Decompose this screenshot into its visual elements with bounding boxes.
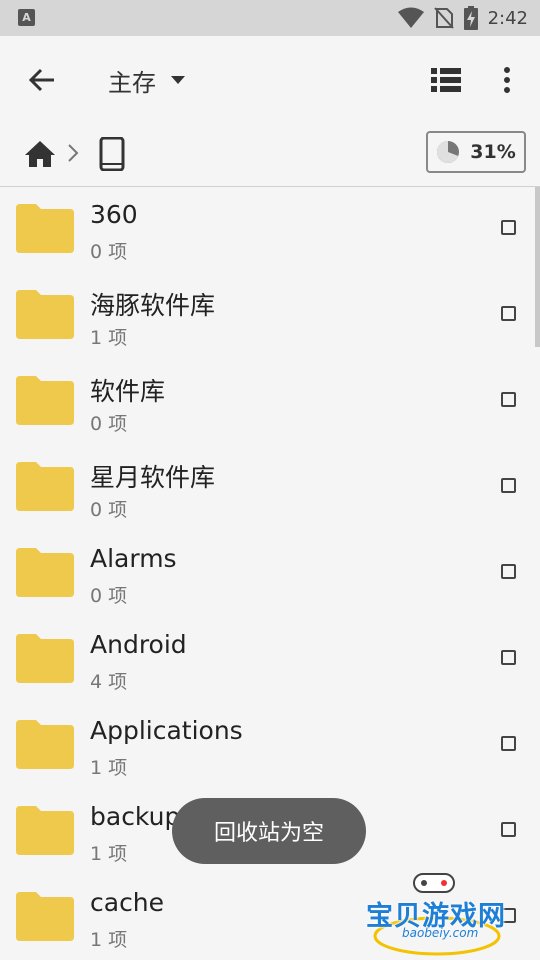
- select-checkbox[interactable]: [501, 564, 516, 579]
- breadcrumb: 31%: [0, 122, 540, 187]
- file-item-count: 1 项: [90, 929, 128, 951]
- file-item-count: 1 项: [90, 757, 128, 779]
- triangle-down-icon: [171, 76, 185, 84]
- file-name: Alarms: [90, 544, 177, 573]
- file-row[interactable]: Applications 1 项: [0, 703, 540, 789]
- file-row[interactable]: 软件库 0 项: [0, 359, 540, 445]
- phone-icon: [99, 137, 125, 171]
- app-toolbar: 主存: [0, 36, 540, 122]
- folder-icon: [16, 720, 74, 769]
- select-checkbox[interactable]: [501, 478, 516, 493]
- watermark-logo: 宝贝游戏网 baobeiy.com: [362, 868, 512, 958]
- arrow-back-icon: [28, 68, 54, 92]
- no-sim-icon: [433, 7, 454, 29]
- file-row[interactable]: 海豚软件库 1 项: [0, 273, 540, 359]
- more-options-button[interactable]: [490, 60, 524, 100]
- select-checkbox[interactable]: [501, 736, 516, 751]
- storage-usage-button[interactable]: 31%: [426, 131, 526, 173]
- folder-icon: [16, 634, 74, 683]
- file-row[interactable]: Android 4 项: [0, 617, 540, 703]
- battery-charging-icon: [463, 6, 478, 30]
- status-time: 2:42: [487, 7, 528, 29]
- storage-pie-icon: [437, 141, 460, 163]
- back-button[interactable]: [22, 60, 62, 100]
- file-row[interactable]: Alarms 0 项: [0, 531, 540, 617]
- folder-icon: [16, 204, 74, 253]
- file-name: 软件库: [90, 377, 166, 406]
- file-item-count: 1 项: [90, 327, 128, 349]
- file-name: 360: [90, 200, 138, 229]
- file-item-count: 4 项: [90, 671, 128, 693]
- storage-usage-text: 31%: [470, 141, 516, 163]
- file-item-count: 0 项: [90, 585, 128, 607]
- select-checkbox[interactable]: [501, 220, 516, 235]
- folder-icon: [16, 892, 74, 941]
- file-row[interactable]: 星月软件库 0 项: [0, 445, 540, 531]
- wifi-icon: [397, 7, 424, 28]
- home-icon: [25, 141, 55, 167]
- list-view-icon: [431, 68, 461, 92]
- file-name: Applications: [90, 716, 243, 745]
- chevron-right-icon: [68, 144, 79, 162]
- file-item-count: 0 项: [90, 413, 128, 435]
- toast-message: 回收站为空: [172, 798, 366, 864]
- file-item-count: 0 项: [90, 241, 128, 263]
- status-bar: A 2:42: [0, 0, 540, 36]
- file-name: 星月软件库: [90, 463, 216, 492]
- list-view-button[interactable]: [426, 60, 466, 100]
- folder-icon: [16, 290, 74, 339]
- scrollbar[interactable]: [535, 187, 540, 347]
- breadcrumb-device[interactable]: [96, 134, 128, 174]
- select-checkbox[interactable]: [501, 822, 516, 837]
- file-name: cache: [90, 888, 165, 917]
- folder-icon: [16, 548, 74, 597]
- app-notification-icon: A: [18, 9, 35, 26]
- folder-icon: [16, 462, 74, 511]
- select-checkbox[interactable]: [501, 306, 516, 321]
- storage-selector[interactable]: 主存: [108, 60, 186, 100]
- file-item-count: 1 项: [90, 843, 128, 865]
- folder-icon: [16, 806, 74, 855]
- file-name: Android: [90, 630, 187, 659]
- file-name: 海豚软件库: [90, 291, 216, 320]
- watermark-url: baobeiy.com: [402, 926, 479, 940]
- more-vert-icon: [504, 67, 510, 93]
- select-checkbox[interactable]: [501, 650, 516, 665]
- status-icons: 2:42: [397, 0, 528, 36]
- select-checkbox[interactable]: [501, 392, 516, 407]
- breadcrumb-home[interactable]: [20, 136, 60, 172]
- file-item-count: 0 项: [90, 499, 128, 521]
- page-title: 主存: [108, 68, 156, 97]
- file-row[interactable]: 360 0 项: [0, 187, 540, 273]
- folder-icon: [16, 376, 74, 425]
